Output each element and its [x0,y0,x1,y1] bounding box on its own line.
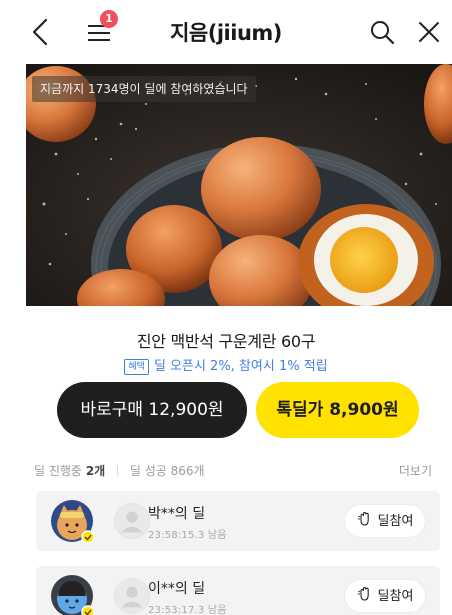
deal-owner-name: 박**의 딜 [148,506,206,522]
in-progress-count: 2개 [85,464,106,478]
search-icon[interactable] [368,18,396,46]
more-link[interactable]: 더보기 [399,462,432,479]
deal-timer: 23:53:17.3 남음 [148,605,227,615]
clap-hand-icon [357,587,369,601]
close-icon[interactable] [416,19,442,45]
product-image: 지금까지 1734명이 딜에 참여하였습니다 [26,64,452,306]
user-avatar-icon [114,503,150,539]
clap-hand-icon [357,512,369,526]
character-avatar-icon [51,575,94,615]
join-deal-button[interactable]: 딜참여 [344,504,426,538]
join-deal-button[interactable]: 딜참여 [344,579,426,613]
deal-stats: 딜 진행중 2개 딜 성공 866개 [34,462,205,479]
deal-owner-name: 이**의 딜 [148,581,206,597]
buy-now-button[interactable]: 바로구매 12,900원 [57,382,247,438]
benefit-info: 혜택 딜 오픈시 2%, 참여시 1% 적립 [0,355,452,375]
deal-card[interactable]: 박**의 딜 23:58:15.3 남음 딜참여 [36,491,440,551]
user-avatar-icon [114,578,150,614]
benefit-tag: 혜택 [124,359,149,375]
character-avatar-icon [51,500,94,543]
in-progress-label: 딜 진행중 [34,464,82,478]
divider [117,466,119,476]
product-title: 진안 맥반석 구운계란 60구 [136,332,316,351]
join-deal-label: 딜참여 [377,514,414,529]
top-bar: 1 지음(jiium) [0,0,452,64]
success-count: 딜 성공 866개 [129,464,205,478]
deal-card[interactable]: 이**의 딜 23:53:17.3 남음 딜참여 [36,566,440,615]
deal-timer: 23:58:15.3 남음 [148,530,227,541]
talk-deal-button[interactable]: 톡딜가 8,900원 [256,382,419,438]
participants-banner: 지금까지 1734명이 딜에 참여하였습니다 [32,76,256,102]
benefit-text: 딜 오픈시 2%, 참여시 1% 적립 [153,359,328,374]
join-deal-label: 딜참여 [377,589,414,604]
